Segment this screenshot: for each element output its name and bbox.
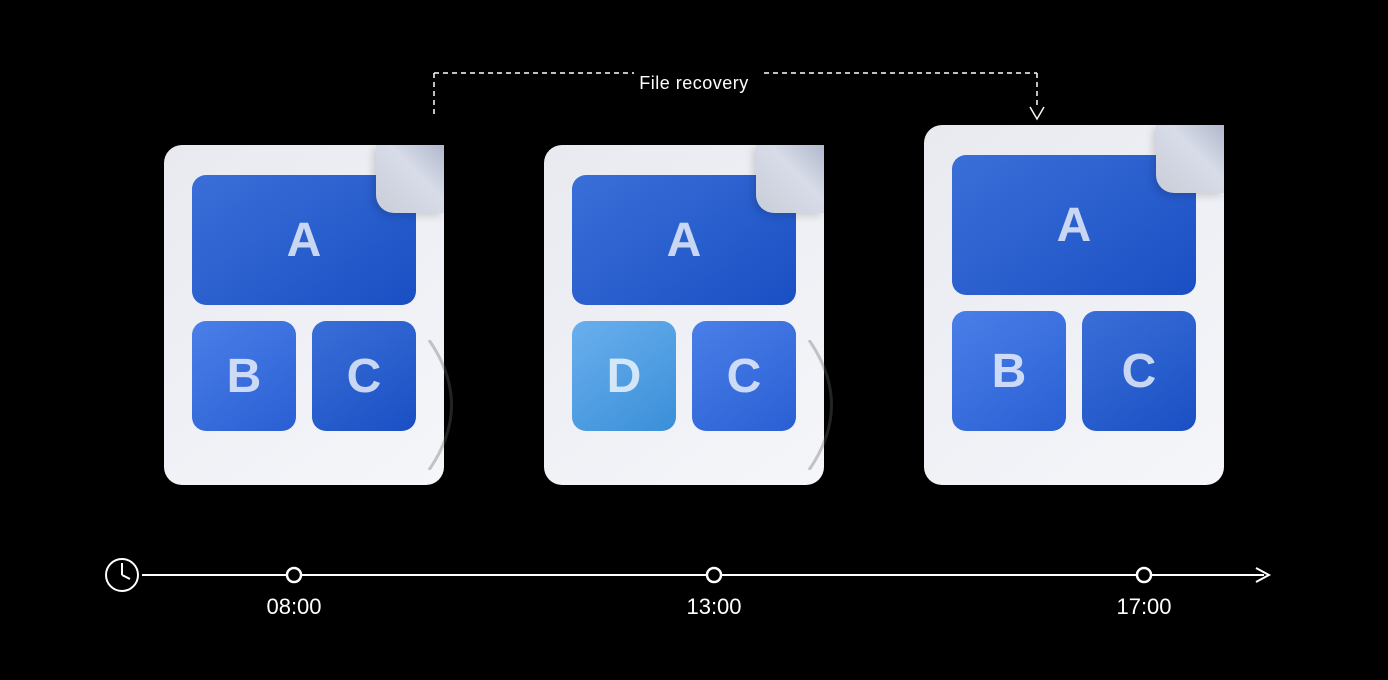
tile-B-3: B [952, 311, 1066, 431]
tile-D-2: D [572, 321, 676, 431]
main-container: File recovery A B C A [0, 65, 1388, 615]
doc-card-1: A B C [164, 145, 444, 485]
doc-tail-1 [424, 340, 479, 470]
doc-row-top-1: A [192, 175, 416, 305]
file-recovery-label: File recovery [639, 73, 749, 94]
doc-row-top-2: A [572, 175, 796, 305]
doc-tail-2 [804, 340, 859, 470]
document-2: A D C [544, 145, 824, 485]
tile-B-1: B [192, 321, 296, 431]
time-label-1300: 13:00 [686, 594, 741, 620]
document-1: A B C [164, 145, 444, 485]
doc-row-bottom-1: B C [192, 321, 416, 431]
tile-A-2: A [572, 175, 796, 305]
label-area: File recovery [244, 65, 1144, 125]
document-3: A B C [924, 125, 1224, 485]
tile-A-1: A [192, 175, 416, 305]
doc-card-2: A D C [544, 145, 824, 485]
doc-row-bottom-3: B C [952, 311, 1196, 431]
time-label-1700: 17:00 [1116, 594, 1171, 620]
doc-row-bottom-2: D C [572, 321, 796, 431]
doc-card-3: A B C [924, 125, 1224, 485]
tile-A-3: A [952, 155, 1196, 295]
time-label-0800: 08:00 [266, 594, 321, 620]
doc-row-top-3: A [952, 155, 1196, 295]
tile-C-1: C [312, 321, 416, 431]
tile-C-2: C [692, 321, 796, 431]
tile-C-3: C [1082, 311, 1196, 431]
docs-row: A B C A D C [164, 125, 1224, 485]
timeline-container: 08:00 13:00 17:00 [94, 535, 1294, 615]
